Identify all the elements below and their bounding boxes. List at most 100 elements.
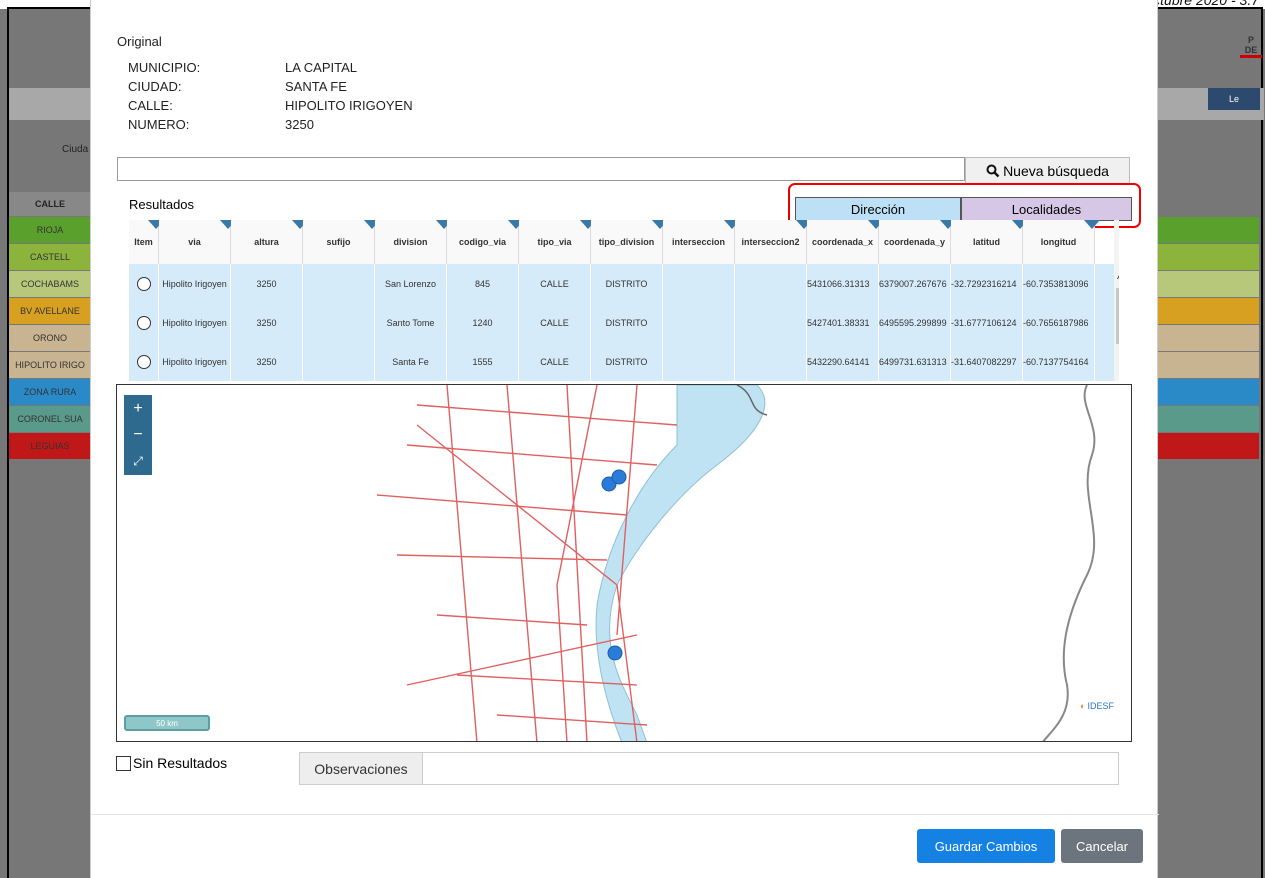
column-header-tipo-division[interactable]: tipo_division bbox=[591, 220, 668, 264]
row-select-cell[interactable] bbox=[129, 303, 159, 343]
scroll-down-icon[interactable]: ⌄ bbox=[1117, 250, 1119, 261]
background-legend-button[interactable]: Le bbox=[1208, 88, 1260, 110]
row-radio[interactable] bbox=[136, 316, 151, 330]
cell-interseccion2 bbox=[735, 264, 807, 304]
scroll-thumb[interactable] bbox=[1116, 288, 1119, 344]
original-field-value: HIPOLITO IRIGOYEN bbox=[285, 98, 413, 113]
tab-localidades[interactable]: Localidades bbox=[961, 197, 1132, 221]
column-header-coordenada-y[interactable]: coordenada_y bbox=[879, 220, 956, 264]
save-button[interactable]: Guardar Cambios bbox=[917, 829, 1055, 863]
observations-input[interactable] bbox=[422, 752, 1119, 785]
cell-via: Hipolito Irigoyen bbox=[159, 264, 231, 304]
column-header-codigo-via[interactable]: codigo_via bbox=[447, 220, 524, 264]
cell-coordenada-x: 5431066.31313 bbox=[807, 264, 879, 304]
column-header-label: latitud bbox=[973, 237, 1000, 247]
column-header-interseccion2[interactable]: interseccion2 bbox=[735, 220, 812, 264]
column-header-division[interactable]: division bbox=[375, 220, 452, 264]
column-header-via[interactable]: via bbox=[159, 220, 236, 264]
column-header-sufijo[interactable]: sufijo bbox=[303, 220, 380, 264]
zoom-in-button[interactable]: + bbox=[124, 395, 152, 423]
background-right-band bbox=[1158, 406, 1259, 432]
original-field-value: SANTA FE bbox=[285, 79, 347, 94]
column-header-altura[interactable]: altura bbox=[231, 220, 308, 264]
cell-sufijo bbox=[303, 342, 375, 381]
cell-longitud: -60.7656187986 bbox=[1023, 303, 1095, 343]
map-canvas[interactable] bbox=[117, 385, 1132, 742]
cell-coordenada-y: 6379007.267676 bbox=[879, 264, 951, 304]
table-scrollbar[interactable]: ⌃ ⌄ ^ ⌄ bbox=[1114, 220, 1119, 381]
original-field-label: MUNICIPIO: bbox=[128, 60, 201, 75]
table-row[interactable]: Hipolito Irigoyen 3250 San Lorenzo 845 CALLE… bbox=[129, 264, 1114, 304]
idesf-logo: ◐ IDESF bbox=[1080, 701, 1114, 711]
search-icon bbox=[986, 164, 1000, 177]
row-radio[interactable] bbox=[136, 277, 151, 291]
river-area bbox=[595, 385, 766, 741]
column-header-label: Item bbox=[134, 237, 153, 247]
cell-tipo-via: CALLE bbox=[519, 303, 591, 343]
column-header-label: sufijo bbox=[326, 237, 351, 247]
background-city-label: Ciuda bbox=[62, 144, 89, 155]
search-input[interactable] bbox=[117, 157, 965, 181]
table-row[interactable]: Hipolito Irigoyen 3250 Santo Tome 1240 CALLE… bbox=[129, 303, 1114, 343]
cell-division: Santo Tome bbox=[375, 303, 447, 343]
background-right-band bbox=[1158, 352, 1259, 378]
cell-interseccion2 bbox=[735, 303, 807, 343]
cell-interseccion2 bbox=[735, 342, 807, 381]
cell-tipo-division: DISTRITO bbox=[591, 264, 663, 304]
scroll-up-arrow-icon[interactable]: ^ bbox=[1117, 272, 1119, 286]
column-header-label: codigo_via bbox=[458, 237, 506, 247]
original-field-value: LA CAPITAL bbox=[285, 60, 358, 75]
no-results-checkbox[interactable] bbox=[116, 755, 131, 771]
column-header-label: longitud bbox=[1040, 237, 1077, 247]
background-header-strip bbox=[9, 88, 91, 120]
column-header-latitud[interactable]: latitud bbox=[951, 220, 1028, 264]
map-scale: 50 km bbox=[124, 715, 210, 731]
column-header-label: coordenada_x bbox=[811, 237, 874, 247]
background-street-item: HIPOLITO IRIGO bbox=[9, 352, 91, 378]
fullscreen-button[interactable]: ⤢ bbox=[124, 447, 152, 475]
new-search-label: Nueva búsqueda bbox=[1003, 162, 1109, 179]
column-header-item[interactable]: Item bbox=[129, 220, 164, 264]
background-column-header: CALLE bbox=[9, 192, 91, 216]
new-search-button[interactable]: Nueva búsqueda bbox=[965, 157, 1130, 184]
background-street-item: ORONO bbox=[9, 325, 91, 351]
scroll-down-arrow-icon[interactable]: ⌄ bbox=[1117, 360, 1119, 374]
result-marker-3[interactable] bbox=[607, 645, 623, 661]
cancel-button[interactable]: Cancelar bbox=[1061, 829, 1143, 863]
cell-sufijo bbox=[303, 264, 375, 304]
original-field-label: CIUDAD: bbox=[128, 79, 182, 94]
cell-codigo-via: 1555 bbox=[447, 342, 519, 381]
row-select-cell[interactable] bbox=[129, 342, 159, 381]
zoom-out-button[interactable]: − bbox=[124, 421, 152, 449]
column-header-coordenada-x[interactable]: coordenada_x bbox=[807, 220, 884, 264]
no-results-checkbox-wrapper[interactable]: Sin Resultados bbox=[116, 755, 227, 771]
results-table: Item via altura sufijo division codigo_via tip… bbox=[129, 220, 1119, 381]
column-header-label: tipo_via bbox=[537, 237, 572, 247]
table-row[interactable]: Hipolito Irigoyen 3250 Santa Fe 1555 CALLE DI… bbox=[129, 342, 1114, 381]
background-street-item: LEGUIAS bbox=[9, 433, 91, 459]
original-field-label: NUMERO: bbox=[128, 117, 190, 132]
map-view[interactable]: + − ⤢ 50 km ◐ IDESF bbox=[116, 384, 1132, 742]
idesf-icon: ◐ bbox=[1080, 701, 1086, 711]
background-corner-logo: P DE bbox=[1240, 35, 1262, 58]
observations-label: Observaciones bbox=[299, 752, 423, 785]
roads bbox=[376, 385, 678, 741]
background-right-band bbox=[1158, 244, 1259, 270]
background-right-band bbox=[1158, 271, 1259, 297]
background-street-item: RIOJA bbox=[9, 217, 91, 243]
result-marker-2[interactable] bbox=[611, 469, 627, 485]
cell-latitud: -31.6407082297 bbox=[951, 342, 1023, 381]
row-select-cell[interactable] bbox=[129, 264, 159, 304]
scroll-up-icon[interactable]: ⌃ bbox=[1117, 234, 1119, 245]
row-radio[interactable] bbox=[136, 355, 151, 369]
column-header-label: via bbox=[188, 237, 201, 247]
column-header-longitud[interactable]: longitud bbox=[1023, 220, 1100, 264]
tab-direccion[interactable]: Dirección bbox=[795, 197, 961, 221]
background-street-item: BV AVELLANE bbox=[9, 298, 91, 324]
cell-via: Hipolito Irigoyen bbox=[159, 303, 231, 343]
cell-sufijo bbox=[303, 303, 375, 343]
cell-division: San Lorenzo bbox=[375, 264, 447, 304]
filter-icon[interactable] bbox=[1084, 220, 1100, 229]
column-header-tipo-via[interactable]: tipo_via bbox=[519, 220, 596, 264]
column-header-interseccion[interactable]: interseccion bbox=[663, 220, 740, 264]
